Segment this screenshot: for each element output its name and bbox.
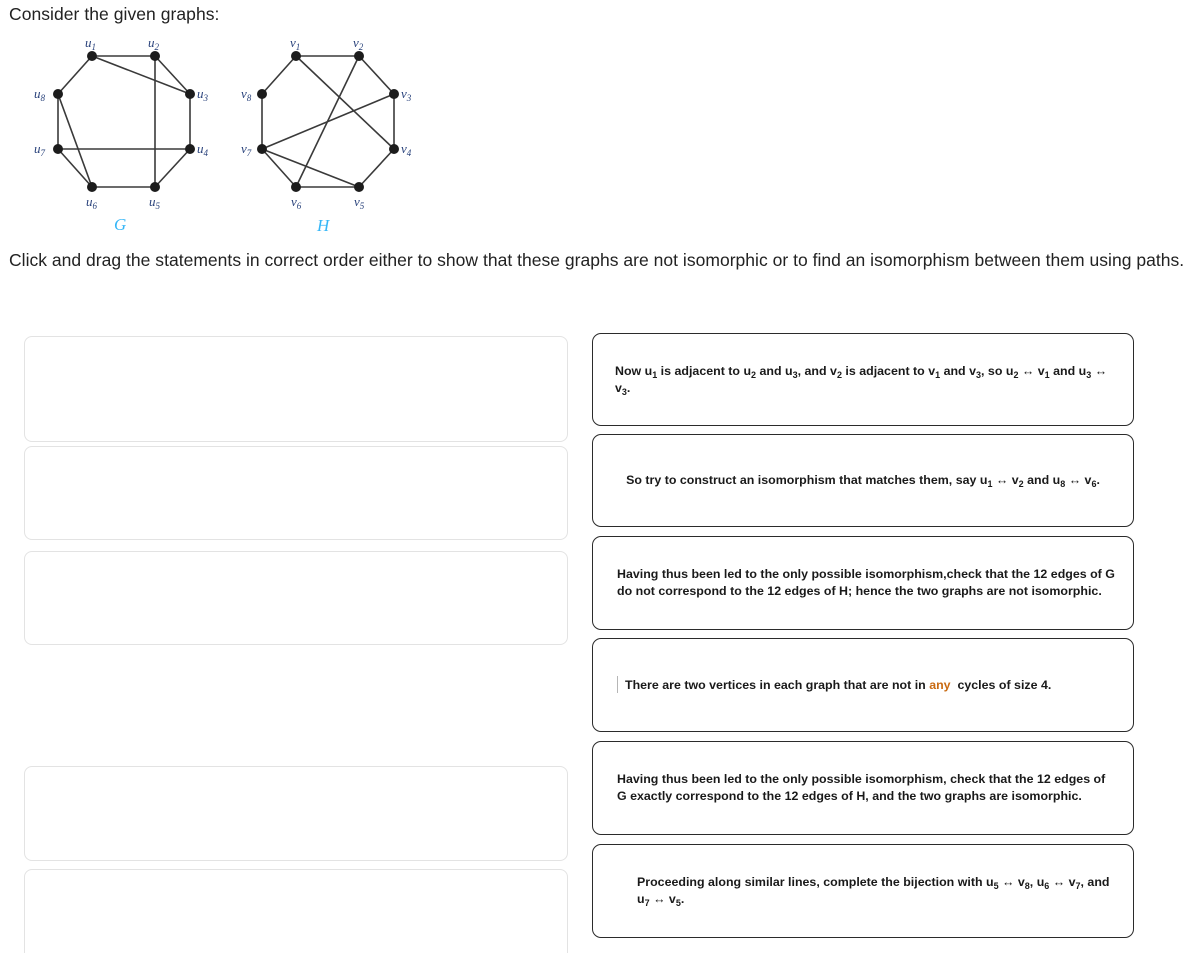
- statement-text-5: Having thus been led to the only possibl…: [617, 772, 1106, 803]
- dropzone-slot-3[interactable]: [24, 551, 568, 645]
- svg-text:u6: u6: [86, 194, 98, 211]
- svg-text:v7: v7: [241, 141, 252, 158]
- statement-text-6: Proceeding along similar lines, complete…: [637, 875, 1110, 908]
- graph-g-vertices: [53, 51, 195, 192]
- graphs-svg: u1 u2 u3 u4 u5 u6 u7 u8 v1 v2 v3 v4 v5 v…: [34, 35, 412, 211]
- statement-card[interactable]: So try to construct an isomorphism that …: [592, 434, 1134, 527]
- graph-g: [57, 55, 191, 188]
- svg-text:u8: u8: [34, 86, 46, 103]
- statement-card[interactable]: Now u1 is adjacent to u2 and u3, and v2 …: [592, 333, 1134, 426]
- statement-text-4: There are two vertices in each graph tha…: [593, 676, 1133, 694]
- svg-text:v5: v5: [354, 194, 365, 211]
- svg-text:u4: u4: [197, 141, 209, 158]
- page-title: Consider the given graphs:: [9, 4, 220, 24]
- text-caret: [617, 676, 618, 693]
- highlighted-word: any: [929, 678, 951, 692]
- svg-text:v4: v4: [401, 141, 412, 158]
- dropzone-slot-2[interactable]: [24, 446, 568, 540]
- exercise-page: Consider the given graphs: u1 u2 u3 u4 u…: [0, 0, 1200, 953]
- dropzone-slot-1[interactable]: [24, 336, 568, 442]
- svg-text:v3: v3: [401, 86, 412, 103]
- graph-h: [261, 55, 395, 188]
- svg-text:u2: u2: [148, 35, 160, 52]
- statement-card[interactable]: There are two vertices in each graph tha…: [592, 638, 1134, 732]
- statement-card[interactable]: Having thus been led to the only possibl…: [592, 741, 1134, 835]
- graph-g-caption: G: [114, 215, 127, 234]
- svg-text:u3: u3: [197, 86, 209, 103]
- dropzone-slot-4[interactable]: [24, 766, 568, 861]
- graph-h-caption: H: [317, 216, 330, 235]
- svg-text:u7: u7: [34, 141, 46, 158]
- statement-card[interactable]: Having thus been led to the only possibl…: [592, 536, 1134, 630]
- svg-text:v2: v2: [353, 35, 364, 52]
- statement-text-3: Having thus been led to the only possibl…: [617, 567, 1115, 598]
- svg-text:v6: v6: [291, 194, 302, 211]
- svg-text:v8: v8: [241, 86, 252, 103]
- statement-text-2: So try to construct an isomorphism that …: [626, 473, 1100, 489]
- statement-text-1: Now u1 is adjacent to u2 and u3, and v2 …: [615, 363, 1108, 397]
- dropzone-slot-5[interactable]: [24, 869, 568, 953]
- svg-text:v1: v1: [290, 35, 300, 52]
- svg-text:u1: u1: [85, 35, 96, 52]
- graphs-figure: u1 u2 u3 u4 u5 u6 u7 u8 v1 v2 v3 v4 v5 v…: [10, 34, 440, 239]
- exercise-prompt: Click and drag the statements in correct…: [9, 250, 1185, 270]
- graph-g-labels: u1 u2 u3 u4 u5 u6 u7 u8: [34, 35, 209, 211]
- statement-card[interactable]: Proceeding along similar lines, complete…: [592, 844, 1134, 938]
- svg-text:u5: u5: [149, 194, 161, 211]
